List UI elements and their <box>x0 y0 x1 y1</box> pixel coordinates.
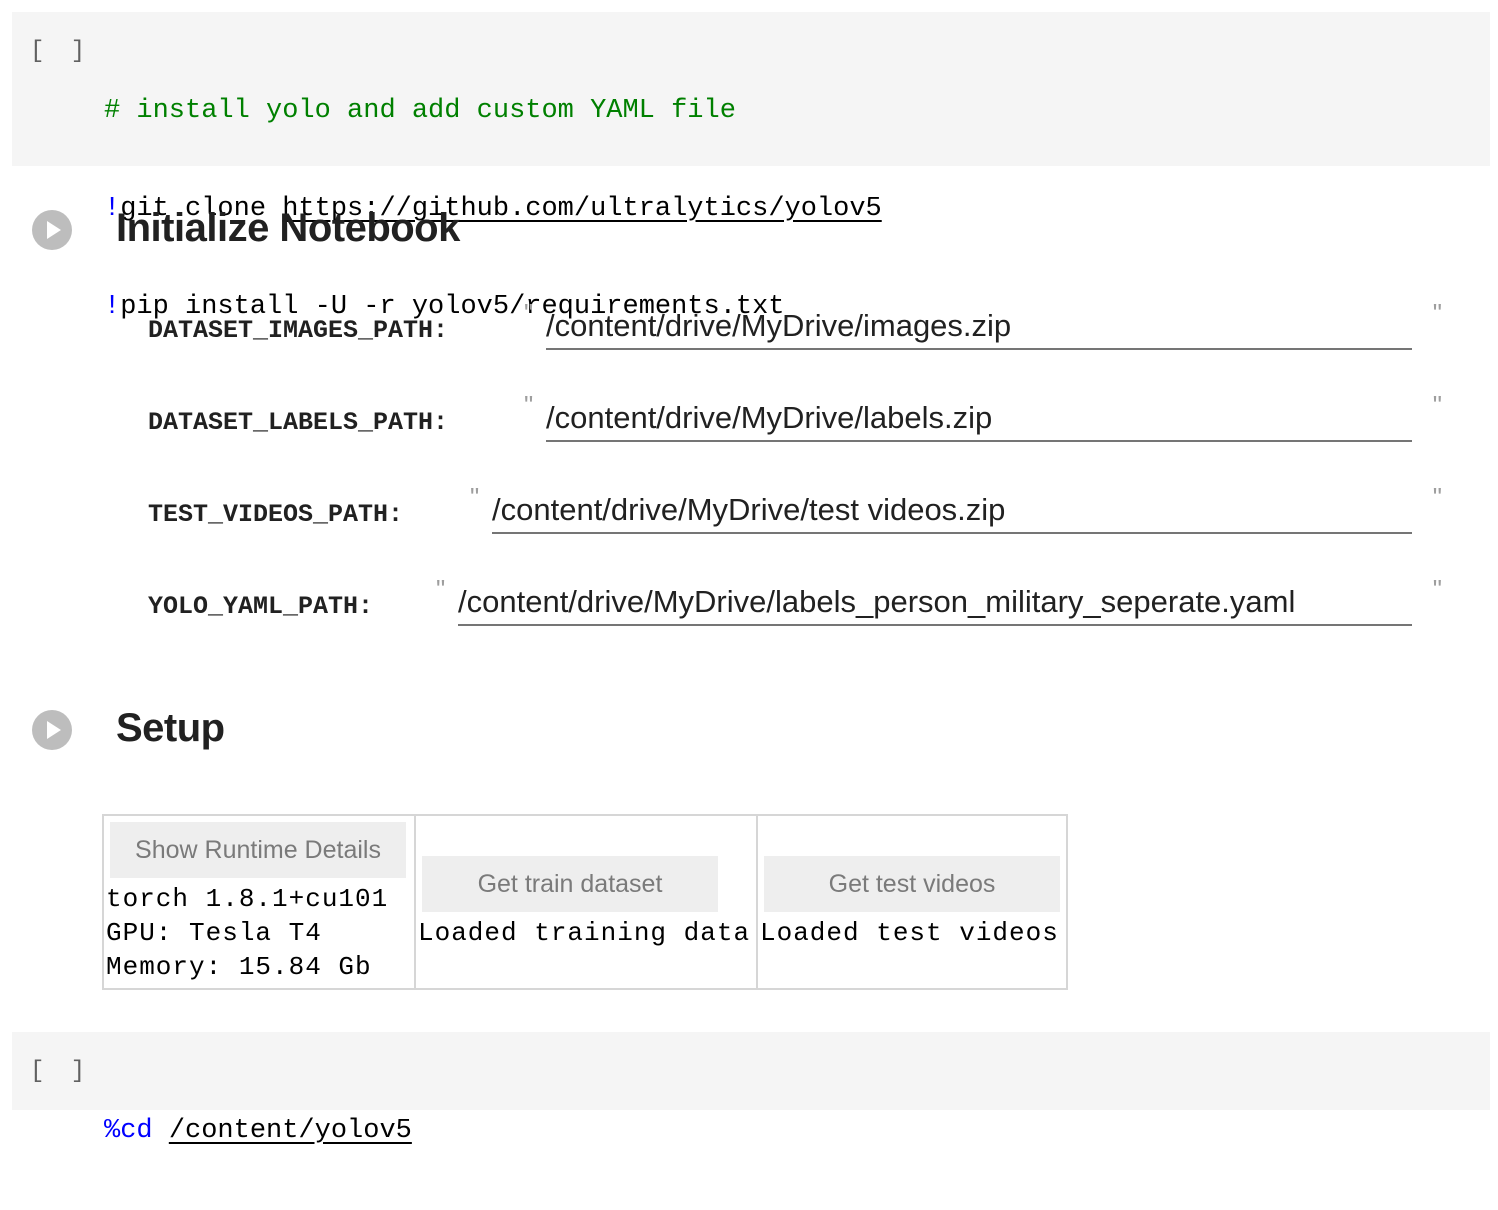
run-cell-button[interactable] <box>32 210 72 250</box>
code-editor[interactable]: %cd /content/yolov5 <box>104 1052 412 1210</box>
test-videos-path-input[interactable] <box>492 488 1412 534</box>
code-comment: # install yolo and add custom YAML file <box>104 96 736 126</box>
get-test-videos-button[interactable]: Get test videos <box>764 856 1060 912</box>
form-row-videos: TEST_VIDEOS_PATH: " " <box>148 482 1458 542</box>
train-output: Loaded training data <box>418 918 751 948</box>
code-cell-cd[interactable]: [ ] %cd /content/yolov5 <box>12 1032 1490 1146</box>
quote-close: " <box>1432 574 1442 604</box>
quote-close: " <box>1432 390 1442 420</box>
code-link[interactable]: /content/yolov5 <box>169 1116 412 1146</box>
test-output: Loaded test videos <box>760 918 1059 948</box>
quote-open: " <box>436 574 446 604</box>
form-label: DATASET_IMAGES_PATH: <box>148 316 449 345</box>
quote-open: " <box>524 298 534 328</box>
dataset-labels-path-input[interactable] <box>546 396 1412 442</box>
quote-open: " <box>524 390 534 420</box>
show-runtime-details-button[interactable]: Show Runtime Details <box>110 822 406 878</box>
widget-test: Get test videos Loaded test videos <box>758 816 1066 988</box>
yolo-yaml-path-input[interactable] <box>458 580 1412 626</box>
widget-output-table: Show Runtime Details torch 1.8.1+cu101 G… <box>102 814 1068 990</box>
cell-run-bracket[interactable]: [ ] <box>30 1058 91 1085</box>
widget-runtime: Show Runtime Details torch 1.8.1+cu101 G… <box>104 816 416 988</box>
quote-close: " <box>1432 298 1442 328</box>
section-title: Setup <box>116 706 225 750</box>
magic-command: %cd <box>104 1116 153 1146</box>
widget-train: Get train dataset Loaded training data <box>416 816 758 988</box>
runtime-output: torch 1.8.1+cu101 GPU: Tesla T4 Memory: … <box>106 884 389 982</box>
section-title: Initialize Notebook <box>116 206 460 250</box>
form-label: YOLO_YAML_PATH: <box>148 592 374 621</box>
cell-run-bracket[interactable]: [ ] <box>30 38 91 65</box>
form-row-yaml: YOLO_YAML_PATH: " " <box>148 574 1458 634</box>
run-cell-button[interactable] <box>32 710 72 750</box>
get-train-dataset-button[interactable]: Get train dataset <box>422 856 718 912</box>
form-row-images: DATASET_IMAGES_PATH: " " <box>148 298 1458 358</box>
code-cell-install[interactable]: [ ] # install yolo and add custom YAML f… <box>12 12 1490 322</box>
form-row-labels: DATASET_LABELS_PATH: " " <box>148 390 1458 450</box>
dataset-images-path-input[interactable] <box>546 304 1412 350</box>
shell-bang: ! <box>104 292 121 322</box>
quote-open: " <box>470 482 480 512</box>
form-label: DATASET_LABELS_PATH: <box>148 408 449 437</box>
form-label: TEST_VIDEOS_PATH: <box>148 500 404 529</box>
quote-close: " <box>1432 482 1442 512</box>
